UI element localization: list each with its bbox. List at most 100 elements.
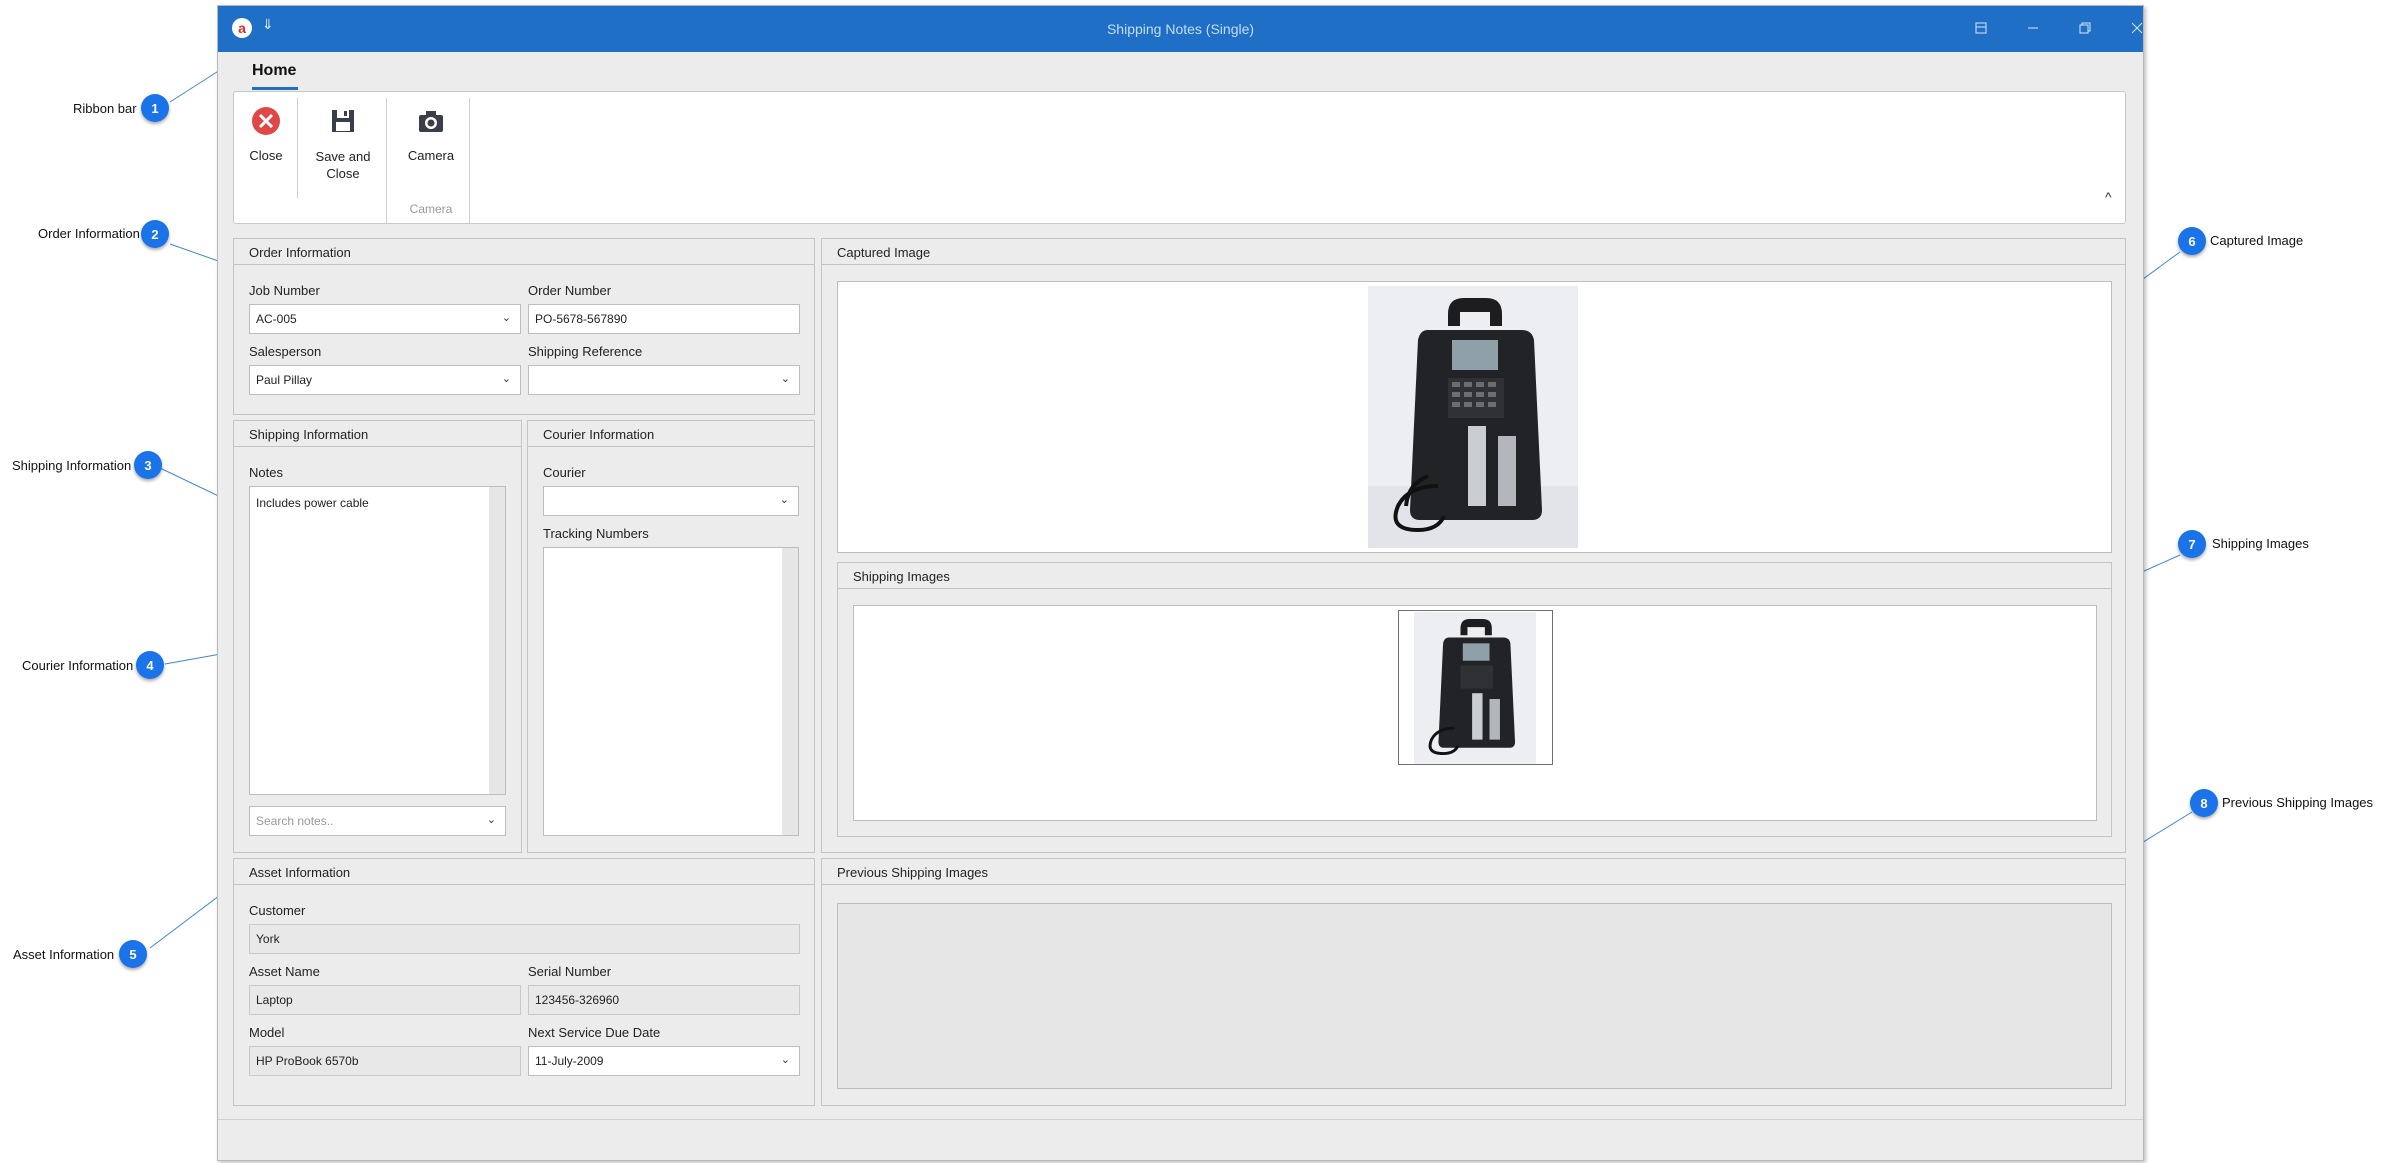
thumbnail-photo <box>1414 612 1536 764</box>
serial-number-field: 123456-326960 <box>528 985 800 1015</box>
asset-information-panel: Asset Information Customer York Asset Na… <box>233 858 815 1106</box>
customer-field: York <box>249 924 800 954</box>
shipping-images-panel: Shipping Images <box>837 562 2112 837</box>
serial-number-value: 123456-326960 <box>535 993 620 1007</box>
callout-badge-1: 1 <box>141 94 169 122</box>
order-number-value: PO-5678-567890 <box>535 312 628 326</box>
job-number-label: Job Number <box>249 283 320 298</box>
shipping-image-thumbnail[interactable] <box>1398 610 1553 765</box>
callout-label-asset: Asset Information <box>13 947 115 962</box>
minimize-icon[interactable] <box>2018 16 2048 42</box>
salesperson-dropdown[interactable]: Paul Pillay ⌄ <box>249 365 521 395</box>
quick-access-dropdown-icon[interactable]: ⇓ <box>262 16 274 33</box>
callout-label-previous: Previous Shipping Images <box>2222 795 2374 810</box>
callout-label-ribbon: Ribbon bar <box>73 101 137 116</box>
shipping-images-gallery[interactable] <box>853 605 2097 821</box>
customer-label: Customer <box>249 903 306 918</box>
camera-icon <box>416 106 446 136</box>
close-window-icon[interactable] <box>2122 16 2152 42</box>
status-bar-divider <box>218 1119 2143 1120</box>
chevron-down-icon: ⌄ <box>486 814 496 826</box>
calibrator-device-thumbnail <box>1414 612 1536 764</box>
callout-badge-5: 5 <box>119 940 147 968</box>
job-number-value: AC-005 <box>256 312 297 326</box>
save-close-label-line2: Close <box>326 166 360 181</box>
title-bar: Shipping Notes (Single) a ⇓ <box>218 6 2143 52</box>
save-disk-icon <box>328 106 358 136</box>
serial-number-label: Serial Number <box>528 964 612 979</box>
order-information-panel: Order Information Job Number AC-005 ⌄ Or… <box>233 238 815 415</box>
callout-label-captured: Captured Image <box>2210 233 2304 248</box>
tracking-numbers-label: Tracking Numbers <box>543 526 649 541</box>
callout-badge-6: 6 <box>2178 227 2206 255</box>
ribbon-separator <box>297 98 298 198</box>
next-service-due-label: Next Service Due Date <box>528 1025 661 1040</box>
asset-name-value: Laptop <box>256 993 293 1007</box>
callout-badge-4: 4 <box>136 651 164 679</box>
tracking-numbers-textarea[interactable] <box>543 547 799 836</box>
callout-label-courier: Courier Information <box>22 658 134 673</box>
callout-badge-3: 3 <box>134 451 162 479</box>
shipping-reference-dropdown[interactable]: ⌄ <box>528 365 800 395</box>
chevron-down-icon: ⌄ <box>780 1054 790 1066</box>
camera-button-label: Camera <box>407 148 455 163</box>
ribbon-bar: Close Save and Close Camera Camera ^ <box>233 91 2126 224</box>
ribbon-display-options-icon[interactable] <box>1966 16 1996 42</box>
captured-image-frame[interactable] <box>837 281 2112 553</box>
previous-shipping-images-panel: Previous Shipping Images <box>821 858 2126 1106</box>
app-logo-icon[interactable]: a <box>232 18 252 38</box>
asset-information-title: Asset Information <box>234 859 814 885</box>
customer-value: York <box>256 932 280 946</box>
ribbon-separator <box>469 98 470 223</box>
next-service-due-value: 11-July-2009 <box>535 1054 604 1068</box>
order-number-input[interactable]: PO-5678-567890 <box>528 304 800 334</box>
courier-information-title: Courier Information <box>528 421 814 447</box>
close-button[interactable]: Close <box>240 92 292 222</box>
order-number-label: Order Number <box>528 283 612 298</box>
window-title: Shipping Notes (Single) <box>1106 21 1255 37</box>
close-button-label: Close <box>249 148 283 163</box>
courier-information-panel: Courier Information Courier ⌄ Tracking N… <box>527 420 815 853</box>
chevron-down-icon: ⌄ <box>501 312 511 324</box>
app-window: Shipping Notes (Single) a ⇓ Home Close S… <box>217 5 2144 1161</box>
ribbon-separator <box>386 98 387 223</box>
chevron-down-icon: ⌄ <box>780 373 790 385</box>
calibrator-device-image <box>1368 286 1578 548</box>
callout-badge-2: 2 <box>141 220 169 248</box>
callout-badge-8: 8 <box>2190 789 2218 817</box>
search-notes-dropdown[interactable]: Search notes.. ⌄ <box>249 806 506 836</box>
captured-image-panel: Captured Image Shipping Images <box>821 238 2126 853</box>
tab-home-indicator <box>252 87 298 90</box>
notes-label: Notes <box>249 465 283 480</box>
callout-label-order: Order Information <box>38 226 140 241</box>
shipping-information-title: Shipping Information <box>234 421 521 447</box>
collapse-ribbon-icon[interactable]: ^ <box>2105 189 2112 205</box>
callout-badge-7: 7 <box>2178 530 2206 558</box>
order-information-title: Order Information <box>234 239 814 265</box>
job-number-dropdown[interactable]: AC-005 ⌄ <box>249 304 521 334</box>
tracking-scrollbar[interactable] <box>782 548 798 835</box>
model-label: Model <box>249 1025 285 1040</box>
camera-group-label: Camera <box>409 202 453 216</box>
captured-image-title: Captured Image <box>822 239 2125 265</box>
tab-home[interactable]: Home <box>252 62 296 80</box>
courier-label: Courier <box>543 465 586 480</box>
save-close-label-line1: Save and <box>315 149 371 164</box>
salesperson-label: Salesperson <box>249 344 322 359</box>
next-service-due-datepicker[interactable]: 11-July-2009 ⌄ <box>528 1046 800 1076</box>
chevron-down-icon: ⌄ <box>779 494 789 506</box>
notes-scrollbar[interactable] <box>489 487 505 794</box>
search-notes-placeholder: Search notes.. <box>256 814 334 828</box>
captured-photo <box>1368 286 1578 548</box>
shipping-information-panel: Shipping Information Notes Includes powe… <box>233 420 522 853</box>
courier-dropdown[interactable]: ⌄ <box>543 486 799 516</box>
restore-icon[interactable] <box>2070 16 2100 42</box>
save-and-close-button[interactable]: Save and Close <box>304 92 382 222</box>
callout-label-shipping-images: Shipping Images <box>2212 536 2309 551</box>
notes-textarea[interactable]: Includes power cable <box>249 486 506 795</box>
previous-shipping-images-title: Previous Shipping Images <box>822 859 2125 885</box>
shipping-reference-label: Shipping Reference <box>528 344 643 359</box>
chevron-down-icon: ⌄ <box>501 373 511 385</box>
model-value: HP ProBook 6570b <box>256 1054 359 1068</box>
previous-shipping-images-gallery[interactable] <box>837 903 2112 1089</box>
